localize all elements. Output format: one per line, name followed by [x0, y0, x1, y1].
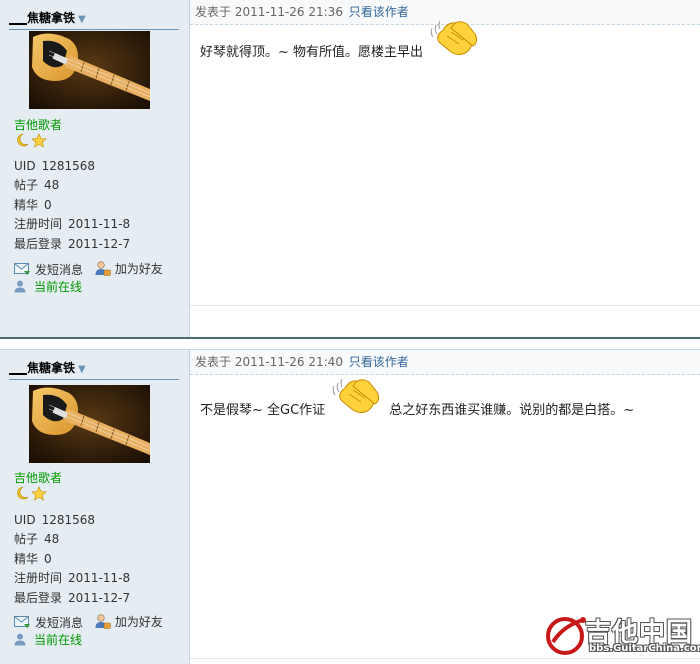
moon-icon	[17, 133, 29, 147]
post-main: 发表于 2011-11-26 21:36 只看该作者 好琴就得顶。~ 物有所值。…	[190, 0, 700, 338]
author-sidebar: ___焦糖拿铁 ▼ 吉他歌者 UID 1281568 帖子 48 精华 0 注册…	[0, 0, 190, 338]
add-friend-icon	[95, 260, 111, 276]
stat-register: 注册时间 2011-11-8	[14, 217, 131, 232]
stat-uid: UID 1281568	[14, 159, 96, 173]
rank-stars	[14, 485, 48, 501]
stat-register: 注册时间 2011-11-8	[14, 571, 131, 586]
author-name-prefix: ___	[9, 11, 27, 25]
stat-digest: 精华 0	[14, 551, 52, 566]
author-stats: UID 1281568 帖子 48 精华 0 注册时间 2011-11-8 最后登录 20…	[14, 157, 130, 254]
dropdown-triangle-icon[interactable]: ▼	[78, 14, 86, 25]
avatar[interactable]	[29, 385, 150, 463]
post-1: ___焦糖拿铁 ▼ 吉他歌者 UID 1281568 帖子 48 精华 0 注册…	[0, 0, 700, 338]
author-actions: 发短消息 加为好友	[14, 612, 171, 632]
author-name-prefix: ___	[9, 361, 27, 375]
clapping-hands-icon	[332, 378, 380, 414]
moon-icon	[17, 486, 29, 500]
author-name-text[interactable]: 焦糖拿铁	[27, 11, 75, 25]
author-actions: 发短消息 加为好友	[14, 259, 171, 279]
post-time: 发表于 2011-11-26 21:40	[195, 355, 343, 369]
clapping-hands-icon	[430, 20, 478, 56]
send-message-button[interactable]: 发短消息	[14, 260, 83, 278]
star-icon	[31, 486, 47, 501]
stat-last-login: 最后登录 2011-12-7	[14, 236, 131, 251]
post-text: 好琴就得顶。~ 物有所值。愿楼主早出	[200, 44, 424, 60]
stat-digest: 精华 0	[14, 197, 52, 212]
add-friend-button[interactable]: 加为好友	[95, 259, 163, 277]
only-author-link[interactable]: 只看该作者	[349, 355, 409, 369]
post-text-before: 不是假琴~ 全GC作证	[200, 402, 326, 418]
only-author-link[interactable]: 只看该作者	[349, 5, 409, 19]
post-time: 发表于 2011-11-26 21:36	[195, 5, 343, 19]
post-text-after: 总之好东西谁买谁赚。说别的都是白搭。~	[389, 402, 635, 418]
send-message-button[interactable]: 发短消息	[14, 613, 83, 631]
author-stats: UID 1281568 帖子 48 精华 0 注册时间 2011-11-8 最后登录 20…	[14, 511, 130, 608]
online-status: 当前在线	[14, 278, 82, 295]
add-friend-button[interactable]: 加为好友	[95, 612, 163, 630]
post-content: 不是假琴~ 全GC作证 总之好东西谁买谁赚。说别的都是白搭。~	[200, 378, 635, 420]
online-status: 当前在线	[14, 631, 82, 648]
author-sidebar: ___焦糖拿铁 ▼ 吉他歌者 UID 1281568 帖子 48 精华 0 注册…	[0, 350, 190, 664]
post-meta: 发表于 2011-11-26 21:40 只看该作者	[190, 350, 700, 375]
guitarchina-logo	[546, 617, 586, 655]
post-separator	[0, 337, 700, 339]
user-online-icon	[14, 280, 26, 293]
stat-posts: 帖子 48	[14, 532, 60, 547]
stat-last-login: 最后登录 2011-12-7	[14, 590, 131, 605]
dropdown-triangle-icon[interactable]: ▼	[78, 364, 86, 375]
author-name[interactable]: ___焦糖拿铁 ▼	[9, 359, 179, 380]
stat-uid: UID 1281568	[14, 513, 96, 527]
add-friend-icon	[95, 613, 111, 629]
post-1-footer-line	[190, 305, 700, 306]
post-2-footer-line	[190, 658, 700, 659]
user-group[interactable]: 吉他歌者	[14, 116, 62, 133]
avatar[interactable]	[29, 31, 150, 109]
message-icon	[14, 262, 30, 275]
stat-posts: 帖子 48	[14, 178, 60, 193]
post-content: 好琴就得顶。~ 物有所值。愿楼主早出	[200, 20, 479, 62]
star-icon	[31, 133, 47, 148]
watermark-url: bbs.GuitarChina.com	[589, 643, 700, 654]
message-icon	[14, 615, 30, 628]
author-name[interactable]: ___焦糖拿铁 ▼	[9, 9, 179, 30]
user-online-icon	[14, 633, 26, 646]
user-group[interactable]: 吉他歌者	[14, 469, 62, 486]
guitarchina-watermark: 吉他中国 bbs.GuitarChina.com	[545, 612, 700, 658]
author-name-text[interactable]: 焦糖拿铁	[27, 361, 75, 375]
rank-stars	[14, 132, 48, 148]
